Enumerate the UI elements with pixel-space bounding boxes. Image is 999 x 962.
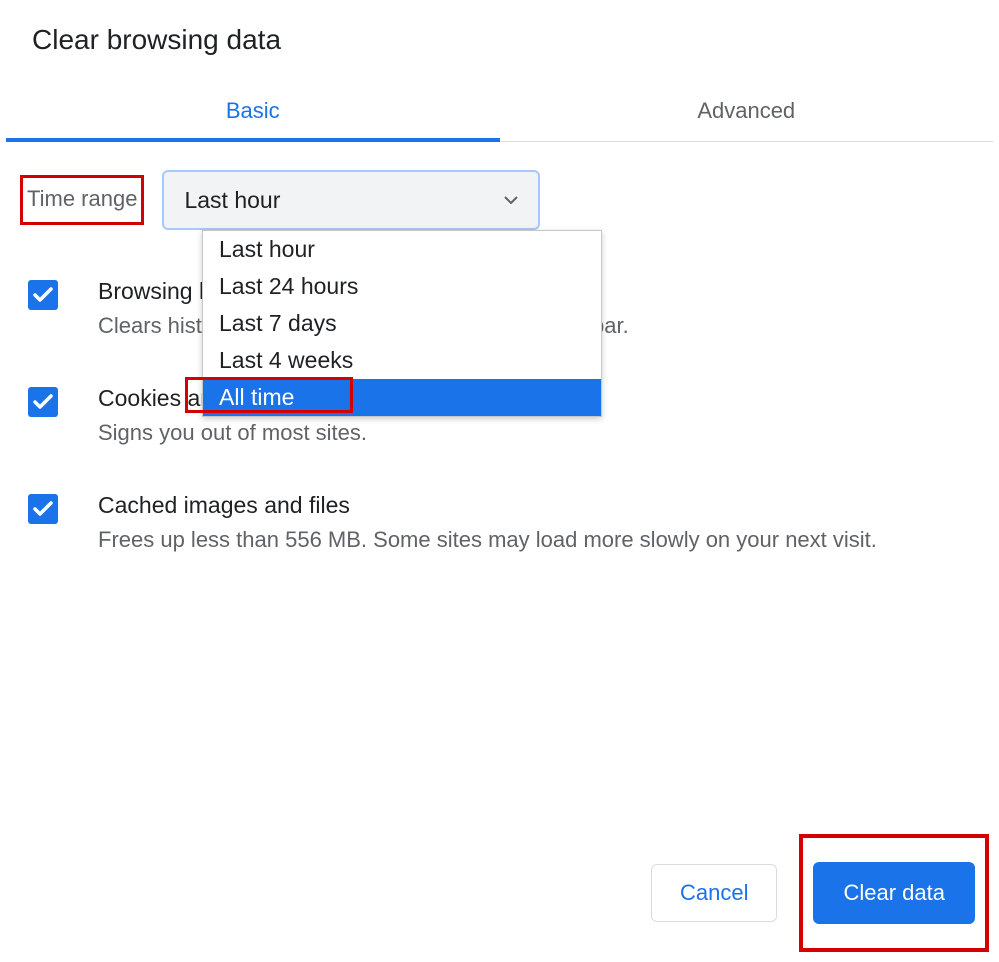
time-range-select[interactable]: Last hour	[162, 170, 540, 230]
clear-browsing-data-dialog: Clear browsing data Basic Advanced Time …	[0, 0, 999, 962]
content-area: Time range Last hour Last hour Last 24 h…	[0, 142, 999, 587]
clear-data-highlight: Clear data	[799, 834, 989, 952]
time-range-label: Time range	[27, 186, 137, 211]
tab-advanced[interactable]: Advanced	[500, 84, 994, 142]
time-range-dropdown: Last hour Last 24 hours Last 7 days Last…	[202, 230, 602, 417]
dropdown-option-all-time-label: All time	[219, 384, 294, 410]
checkbox-browsing-history[interactable]	[28, 280, 58, 310]
dialog-footer: Cancel Clear data	[651, 834, 989, 952]
chevron-down-icon	[504, 196, 518, 204]
dropdown-option-last-7-days[interactable]: Last 7 days	[203, 305, 601, 342]
dropdown-option-last-4-weeks[interactable]: Last 4 weeks	[203, 342, 601, 379]
tabs: Basic Advanced	[6, 84, 993, 142]
time-range-selected-value: Last hour	[184, 187, 280, 214]
checkbox-cached[interactable]	[28, 494, 58, 524]
time-range-row: Time range Last hour Last hour Last 24 h…	[20, 170, 979, 230]
option-text-cached: Cached images and files Frees up less th…	[98, 492, 971, 557]
checkmark-icon	[33, 394, 53, 410]
dropdown-option-all-time[interactable]: All time	[203, 379, 601, 416]
cancel-button[interactable]: Cancel	[651, 864, 777, 922]
checkmark-icon	[33, 501, 53, 517]
tab-basic[interactable]: Basic	[6, 84, 500, 142]
dropdown-option-last-hour[interactable]: Last hour	[203, 231, 601, 268]
option-cached: Cached images and files Frees up less th…	[20, 480, 979, 587]
time-range-label-highlight: Time range	[20, 175, 144, 225]
checkbox-cookies[interactable]	[28, 387, 58, 417]
option-title-cached: Cached images and files	[98, 492, 971, 519]
dialog-title: Clear browsing data	[0, 0, 999, 84]
option-desc-cached: Frees up less than 556 MB. Some sites ma…	[98, 523, 971, 557]
option-desc-cookies: Signs you out of most sites.	[98, 416, 971, 450]
dropdown-option-last-24-hours[interactable]: Last 24 hours	[203, 268, 601, 305]
clear-data-button[interactable]: Clear data	[813, 862, 975, 924]
checkmark-icon	[33, 287, 53, 303]
